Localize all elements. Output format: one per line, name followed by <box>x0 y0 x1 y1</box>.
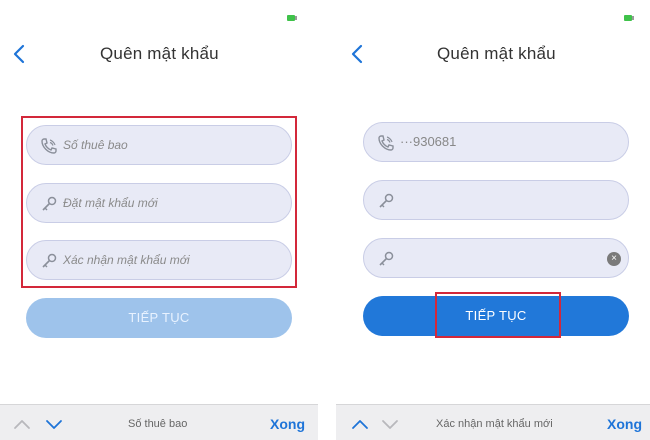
battery-icon <box>624 15 634 21</box>
continue-highlight-box <box>435 292 561 338</box>
confirm-password-field[interactable]: × <box>363 238 629 278</box>
phone-value: ···930681 <box>400 134 457 149</box>
screen-left: Quên mật khẩu Số thuê bao Đặt mật khẩu m… <box>0 0 318 440</box>
clear-icon[interactable]: × <box>607 252 621 266</box>
battery-icon <box>287 15 297 21</box>
keyboard-field-label: Xác nhận mật khẩu mới <box>436 418 553 430</box>
screen-right: Quên mật khẩu ···930681 × TIẾP TỤC Xác n… <box>336 0 650 440</box>
chevron-down-icon[interactable] <box>380 414 400 434</box>
phone-field[interactable]: ···930681 <box>363 122 629 162</box>
keyboard-toolbar: Xác nhận mật khẩu mới Xong <box>336 404 650 440</box>
chevron-up-icon[interactable] <box>12 414 32 434</box>
new-password-field[interactable] <box>363 180 629 220</box>
phone-icon <box>378 135 394 151</box>
back-chevron-icon[interactable] <box>12 42 26 66</box>
keyboard-field-label: Số thuê bao <box>128 418 188 430</box>
fields-highlight-box <box>21 116 297 288</box>
keyboard-toolbar: Số thuê bao Xong <box>0 404 318 440</box>
back-chevron-icon[interactable] <box>350 42 364 66</box>
chevron-up-icon[interactable] <box>350 414 370 434</box>
continue-button[interactable]: TIẾP TỤC <box>26 298 292 338</box>
done-button[interactable]: Xong <box>270 416 305 432</box>
done-button[interactable]: Xong <box>607 416 642 432</box>
key-icon <box>379 193 394 208</box>
page-title: Quên mật khẩu <box>100 44 219 63</box>
key-icon <box>379 251 394 266</box>
page-title: Quên mật khẩu <box>437 44 556 63</box>
chevron-down-icon[interactable] <box>44 414 64 434</box>
